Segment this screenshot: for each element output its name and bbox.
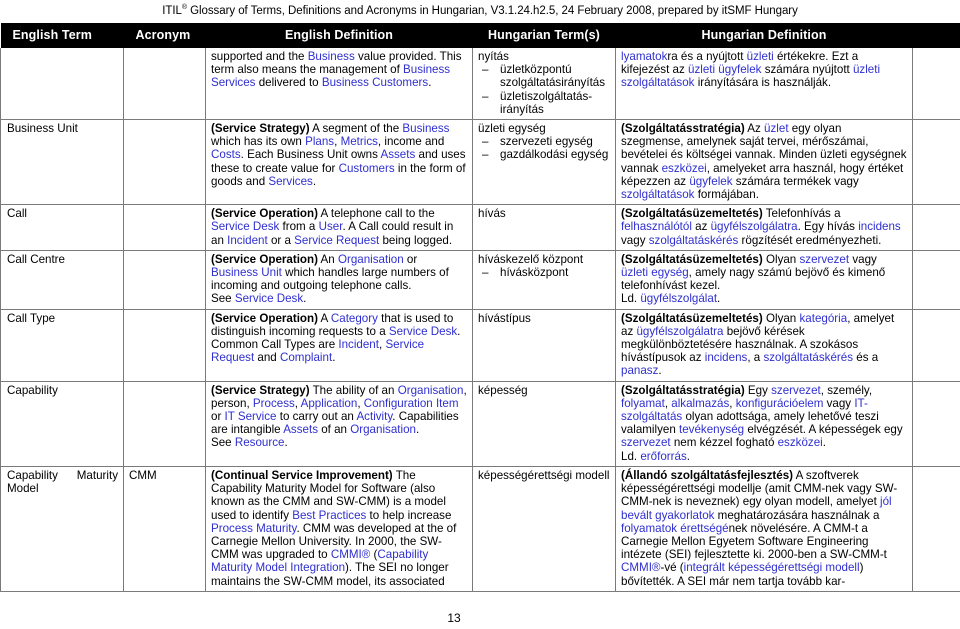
cell-acronym [123, 308, 206, 382]
document-header-prefix: ITIL [162, 5, 182, 17]
cell-hungarian-definition: (Szolgáltatásüzemeltetés) Telefonhívás a… [615, 204, 913, 251]
english-term-line: Capability [7, 383, 58, 397]
cell-hungarian-definition: (Szolgáltatásüzemeltetés) Olyan kategóri… [615, 308, 913, 382]
table-row: Business Unit (Service Strategy) A segmen… [0, 119, 960, 206]
hungarian-term-main: képességérettségi modell [478, 468, 610, 482]
hungarian-term-main: üzleti egység [478, 122, 546, 136]
cell-english-term: Capability [0, 380, 124, 467]
hungarian-term-main: híváskezelő központ [478, 252, 584, 266]
document-header-rest: Glossary of Terms, Definitions and Acron… [186, 5, 798, 17]
english-term-line: Business Unit [7, 122, 78, 136]
hungarian-term-list: hívásközpont [478, 266, 610, 279]
cell-english-definition: (Continual Service Improvement) The Capa… [205, 465, 473, 592]
table-row: Capability (Service Strategy) The ability… [0, 380, 960, 467]
hungarian-term-item: hívásközpont [478, 266, 610, 279]
cell-english-definition: (Service Strategy) A segment of the Busi… [205, 119, 473, 206]
cell-hungarian-definition: (Állandó szolgáltatásfejlesztés) A szoft… [615, 465, 913, 592]
cell-hungarian-terms: hívás [472, 204, 616, 251]
cell-hungarian-definition: (Szolgáltatásstratégia) Az üzlet egy oly… [615, 119, 913, 206]
cell-acronym [123, 249, 206, 310]
cell-hungarian-terms: híváskezelő központhívásközpont [472, 249, 616, 310]
table-row: Call (Service Operation) A telephone call… [0, 204, 960, 251]
hungarian-term-list: szervezeti egységgazdálkodási egység [478, 135, 610, 162]
english-term-line: Model [7, 482, 39, 496]
table-row: Call Centre (Service Operation) An Organi… [0, 249, 960, 310]
hungarian-term-main: nyítás [478, 50, 509, 63]
cell-english-term: Call [0, 204, 124, 251]
cell-extra [912, 119, 960, 206]
cell-hungarian-terms: képességérettségi modell [472, 465, 616, 592]
cell-hungarian-terms: hívástípus [472, 308, 616, 382]
hungarian-term-item: gazdálkodási egység [478, 148, 610, 161]
cell-english-term: Business Unit [0, 119, 124, 206]
hungarian-term-item: üzletiszolgáltatás-irányítás [478, 90, 610, 116]
page-number: 13 [447, 611, 461, 625]
table-row: Capability Maturity Model CMM (Continual Ser… [0, 465, 960, 592]
cell-hungarian-terms: üzleti egységszervezeti egységgazdálkodá… [472, 119, 616, 206]
cell-hungarian-definition: (Szolgáltatásüzemeltetés) Olyan szerveze… [615, 249, 913, 310]
cell-hungarian-definition: (Szolgáltatásstratégia) Egy szervezet, s… [615, 380, 913, 467]
cell-acronym: CMM [123, 465, 206, 592]
column-header-english-term: English Term [0, 23, 124, 48]
cell-hungarian-terms: nyításüzletközpontú szolgáltatásirányítá… [472, 48, 616, 121]
english-term-line: Capability Maturity [7, 469, 118, 482]
cell-extra [912, 249, 960, 310]
cell-acronym [123, 204, 206, 251]
hungarian-term-main: képesség [478, 383, 528, 397]
cell-acronym [123, 48, 206, 121]
english-term-line: Call Centre [7, 252, 65, 266]
table-header-row: English Term Acronym English Definition … [0, 23, 960, 48]
column-header-hungarian-definition: Hungarian Definition [615, 23, 913, 48]
cell-hungarian-terms: képesség [472, 380, 616, 467]
document-header: ITIL® Glossary of Terms, Definitions and… [0, 0, 960, 23]
cell-english-definition: (Service Strategy) The ability of an Org… [205, 380, 473, 467]
cell-extra [912, 48, 960, 121]
cell-english-term: Call Centre [0, 249, 124, 310]
cell-english-definition: (Service Operation) A Category that is u… [205, 308, 473, 382]
hungarian-term-main: hívástípus [478, 311, 531, 325]
cell-english-term: Capability Maturity Model [0, 465, 124, 592]
english-term-part: Maturity [76, 468, 118, 482]
hungarian-term-main: hívás [478, 207, 506, 221]
table-body: supported and the Business value provide… [0, 48, 960, 592]
cell-hungarian-definition: lyamatokra és a nyújtott üzleti értékekr… [615, 48, 913, 121]
document-page: ITIL® Glossary of Terms, Definitions and… [0, 0, 960, 629]
cell-extra [912, 204, 960, 251]
cell-extra [912, 308, 960, 382]
english-term-line: Call Type [7, 311, 56, 325]
column-header-hungarian-terms: Hungarian Term(s) [472, 23, 616, 48]
cell-acronym [123, 119, 206, 206]
column-header-extra [912, 23, 960, 48]
table-row: supported and the Business value provide… [0, 48, 960, 121]
cell-english-term [0, 48, 124, 121]
table-header: English Term Acronym English Definition … [0, 23, 960, 48]
hungarian-term-item: szervezeti egység [478, 135, 610, 148]
cell-english-definition: (Service Operation) An Organisation or B… [205, 249, 473, 310]
cell-extra [912, 465, 960, 592]
english-term-part: Capability [7, 468, 58, 482]
cell-acronym [123, 380, 206, 467]
glossary-table: English Term Acronym English Definition … [0, 23, 960, 592]
cell-english-term: Call Type [0, 308, 124, 382]
cell-extra [912, 380, 960, 467]
column-header-english-definition: English Definition [205, 23, 473, 48]
column-header-acronym: Acronym [123, 23, 206, 48]
hungarian-term-item: üzletközpontú szolgáltatásirányítás [478, 63, 610, 89]
english-term-line: Call [7, 207, 27, 221]
table-row: Call Type (Service Operation) A Category … [0, 308, 960, 382]
cell-english-definition: supported and the Business value provide… [205, 48, 473, 121]
hungarian-term-list: üzletközpontú szolgáltatásirányításüzlet… [478, 63, 610, 116]
cell-english-definition: (Service Operation) A telephone call to … [205, 204, 473, 251]
